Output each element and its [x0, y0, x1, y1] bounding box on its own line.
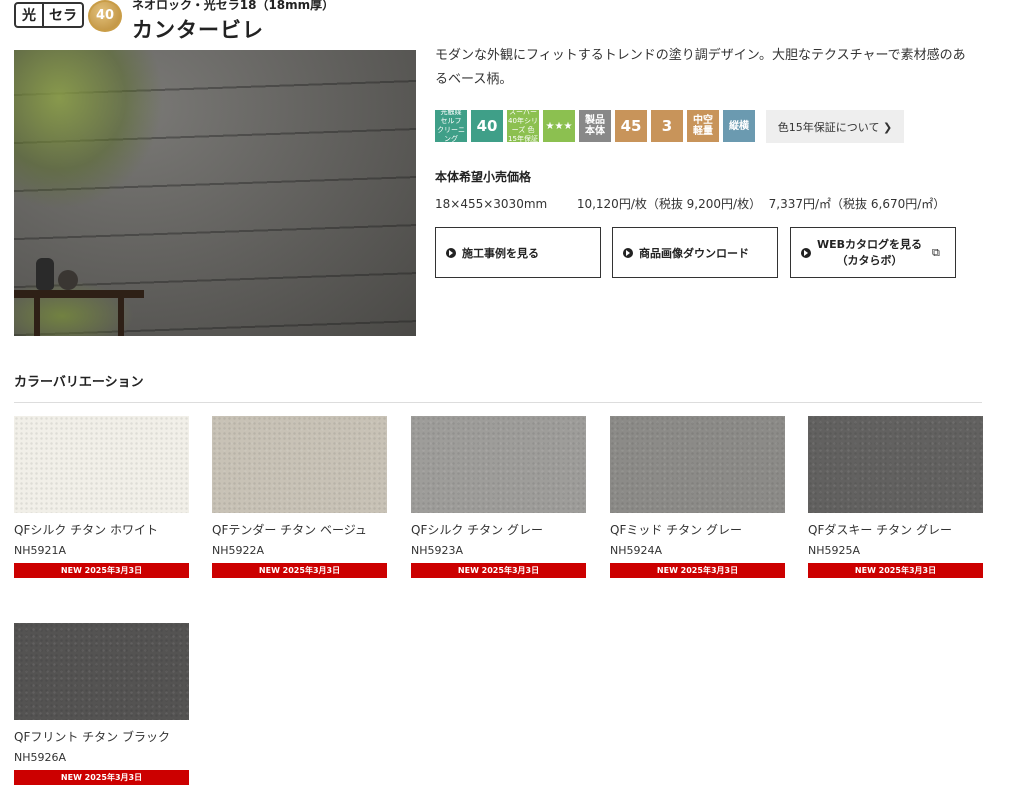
- color-name: QFテンダー チタン ベージュ: [212, 523, 367, 537]
- color-code: NH5922A: [212, 544, 265, 557]
- color-name: QFダスキー チタン グレー: [808, 523, 952, 537]
- feature-icon: ★★★: [543, 110, 575, 142]
- color-variation-heading: カラーバリエーション: [14, 375, 144, 390]
- product-title: カンタービレ: [132, 18, 264, 42]
- color-name: QFシルク チタン ホワイト: [14, 523, 158, 537]
- price-per-piece: 10,120円/枚（税抜 9,200円/枚）: [576, 197, 762, 211]
- warranty-info-button[interactable]: 色15年保証について ❯: [766, 110, 904, 143]
- color-code: NH5925A: [808, 544, 861, 557]
- feature-icon: 光触媒 セルフ クリーニング: [435, 110, 467, 142]
- hikari-sera-logo: 光 セラ: [14, 2, 84, 28]
- feature-icon: スーパー 40年シリーズ 色15年保証: [507, 110, 539, 142]
- view-cases-label: 施工事例を見る: [462, 246, 539, 260]
- arrow-circle-icon: [446, 247, 456, 258]
- color-code: NH5923A: [411, 544, 464, 557]
- color-name: QFフリント チタン ブラック: [14, 730, 170, 744]
- hikari-logo-part-2: セラ: [49, 8, 77, 24]
- hikari-logo-part-1: 光: [16, 4, 44, 26]
- color-name: QFシルク チタン グレー: [411, 523, 543, 537]
- feature-icons: 光触媒 セルフ クリーニング 40 スーパー 40年シリーズ 色15年保証 ★★★ 製品…: [435, 110, 755, 144]
- web-catalog-label-line1: WEBカタログを見る: [817, 237, 923, 251]
- web-catalog-label: WEBカタログを見る （カタらボ）: [817, 237, 922, 269]
- color-swatch-card[interactable]: QFシルク チタン グレー NH5923A NEW 2025年3月3日: [411, 416, 586, 578]
- web-catalog-button[interactable]: WEBカタログを見る （カタらボ） ⧉: [790, 227, 956, 278]
- new-badge: NEW 2025年3月3日: [411, 563, 586, 578]
- product-series: ネオロック・光セラ18（18mm厚）: [132, 0, 335, 12]
- color-swatch-card[interactable]: QFシルク チタン ホワイト NH5921A NEW 2025年3月3日: [14, 416, 189, 578]
- product-description: モダンな外観にフィットするトレンドの塗り調デザイン。大胆なテクスチャーで素材感の…: [435, 48, 966, 87]
- feature-icon: 40: [471, 110, 503, 142]
- color-swatch-card[interactable]: QFフリント チタン ブラック NH5926A NEW 2025年3月3日: [14, 623, 189, 785]
- color-swatch-image[interactable]: [411, 416, 586, 513]
- price-heading: 本体希望小売価格: [435, 170, 532, 184]
- product-header: 光 セラ 40 ネオロック・光セラ18（18mm厚） カンタービレ: [14, 0, 1014, 42]
- color-swatch-image[interactable]: [212, 416, 387, 513]
- divider: [14, 402, 982, 403]
- product-hero-image: [14, 50, 416, 336]
- new-badge: NEW 2025年3月3日: [14, 563, 189, 578]
- new-badge: NEW 2025年3月3日: [808, 563, 983, 578]
- new-badge: NEW 2025年3月3日: [212, 563, 387, 578]
- 40-year-badge-icon: 40: [88, 0, 122, 32]
- external-link-icon: ⧉: [932, 245, 940, 259]
- color-swatch-card[interactable]: QFテンダー チタン ベージュ NH5922A NEW 2025年3月3日: [212, 416, 387, 578]
- color-swatch-image[interactable]: [14, 416, 189, 513]
- view-cases-button[interactable]: 施工事例を見る: [435, 227, 601, 278]
- new-badge: NEW 2025年3月3日: [610, 563, 785, 578]
- image-download-label: 商品画像ダウンロード: [639, 246, 749, 260]
- feature-icon: 3: [651, 110, 683, 142]
- color-swatch-image[interactable]: [808, 416, 983, 513]
- color-swatch-card[interactable]: QFダスキー チタン グレー NH5925A NEW 2025年3月3日: [808, 416, 983, 578]
- feature-icon: 縦横: [723, 110, 755, 142]
- arrow-circle-icon: [623, 247, 633, 258]
- color-code: NH5924A: [610, 544, 663, 557]
- feature-icon: 45: [615, 110, 647, 142]
- color-swatch-card[interactable]: QFミッド チタン グレー NH5924A NEW 2025年3月3日: [610, 416, 785, 578]
- color-swatch-image[interactable]: [610, 416, 785, 513]
- feature-icon: 製品 本体: [579, 110, 611, 142]
- web-catalog-label-line2: （カタらボ）: [836, 253, 903, 267]
- color-swatch-image[interactable]: [14, 623, 189, 720]
- price-row: 18×455×3030mm 10,120円/枚（税抜 9,200円/枚） 7,3…: [435, 195, 945, 212]
- color-code: NH5926A: [14, 751, 67, 764]
- arrow-circle-icon: [801, 247, 811, 258]
- image-download-button[interactable]: 商品画像ダウンロード: [612, 227, 778, 278]
- color-code: NH5921A: [14, 544, 67, 557]
- color-name: QFミッド チタン グレー: [610, 523, 742, 537]
- price-per-sqm: 7,337円/㎡（税抜 6,670円/㎡）: [768, 197, 946, 211]
- new-badge: NEW 2025年3月3日: [14, 770, 189, 785]
- feature-icon: 中空 軽量: [687, 110, 719, 142]
- product-size: 18×455×3030mm: [435, 197, 548, 211]
